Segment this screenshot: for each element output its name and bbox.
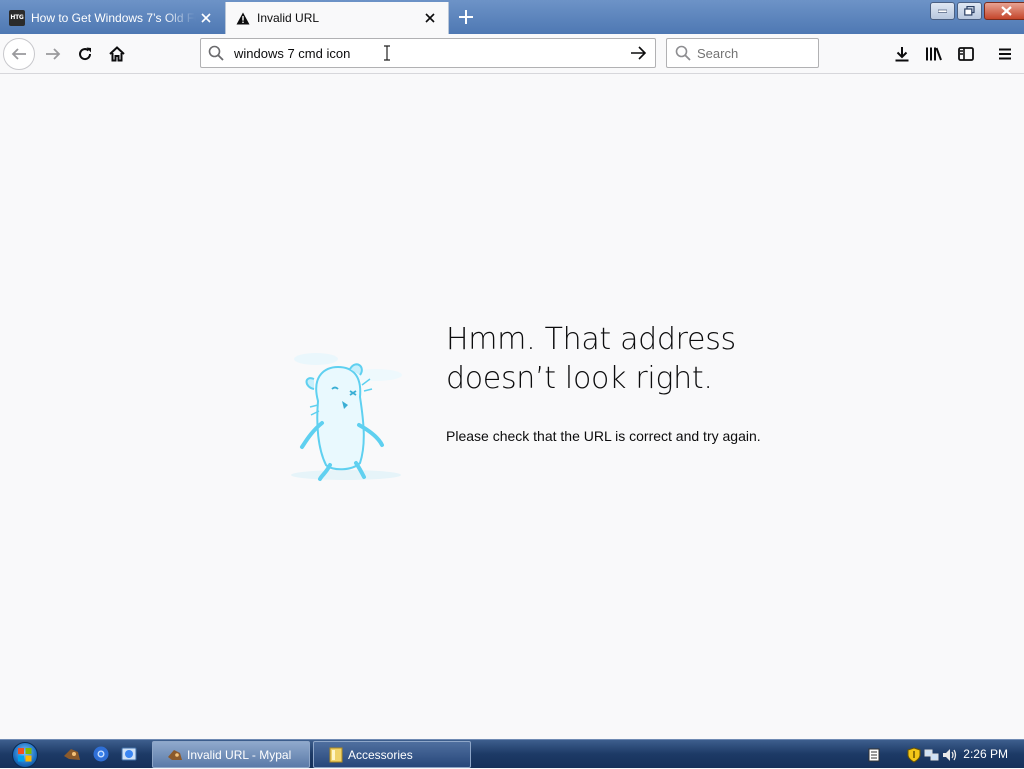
confused-mascot-illustration xyxy=(266,345,411,485)
url-input[interactable] xyxy=(234,45,625,61)
folder-icon xyxy=(328,747,344,763)
window-close-button[interactable] xyxy=(984,2,1024,20)
chrome-launcher-icon[interactable] xyxy=(91,744,111,764)
url-bar[interactable] xyxy=(200,38,656,68)
keyboard-icon[interactable] xyxy=(866,747,882,763)
search-input[interactable] xyxy=(697,45,873,61)
tab-invalid-url[interactable]: Invalid URL xyxy=(225,2,449,34)
mypal-launcher-icon[interactable] xyxy=(62,744,82,764)
security-shield-icon[interactable] xyxy=(906,746,922,763)
menu-button[interactable] xyxy=(989,38,1021,70)
minimize-icon xyxy=(938,9,947,13)
mypal-icon xyxy=(167,747,183,763)
arrow-left-icon xyxy=(11,48,26,60)
home-icon xyxy=(109,46,125,62)
tab-title: Invalid URL xyxy=(257,11,320,25)
sidebar-icon xyxy=(958,47,974,61)
restore-button[interactable] xyxy=(957,2,982,20)
warning-icon xyxy=(235,10,251,26)
close-icon xyxy=(1000,6,1012,16)
arrow-right-icon xyxy=(46,48,61,60)
taskbar-item-label: Accessories xyxy=(348,747,413,762)
error-title: Hmm. That address doesn’t look right. xyxy=(446,322,736,396)
volume-icon[interactable] xyxy=(942,747,958,763)
htg-favicon: HTG xyxy=(9,10,25,26)
navigation-toolbar xyxy=(0,34,1024,74)
minimize-button[interactable] xyxy=(930,2,955,20)
windows-taskbar: Invalid URL - Mypal Accessories 2:26 PM xyxy=(0,739,1024,768)
hamburger-menu-icon xyxy=(999,48,1011,60)
clock[interactable]: 2:26 PM xyxy=(963,747,1008,761)
forward-button[interactable] xyxy=(37,38,69,70)
taskbar-item-mypal[interactable]: Invalid URL - Mypal xyxy=(152,741,310,768)
search-bar[interactable] xyxy=(666,38,873,68)
search-icon xyxy=(675,45,691,61)
home-button[interactable] xyxy=(101,38,133,70)
reload-icon xyxy=(79,47,92,61)
taskbar-item-label: Invalid URL - Mypal xyxy=(187,747,292,762)
download-icon xyxy=(895,47,909,62)
sidebar-button[interactable] xyxy=(950,38,982,70)
close-tab-icon[interactable] xyxy=(196,8,216,28)
system-tray: 2:26 PM xyxy=(866,740,1024,769)
tab-title: How to Get Windows 7’s Old Fo xyxy=(31,11,196,25)
close-tab-icon[interactable] xyxy=(420,8,440,28)
start-button[interactable] xyxy=(6,741,44,768)
error-page: Hmm. That address doesn’t look right. Pl… xyxy=(0,75,1024,739)
taskbar-item-accessories[interactable]: Accessories xyxy=(313,741,471,768)
reload-button[interactable] xyxy=(69,38,101,70)
search-icon xyxy=(208,45,228,61)
go-button[interactable] xyxy=(625,46,653,60)
network-icon[interactable] xyxy=(924,747,940,763)
restore-icon xyxy=(964,6,975,16)
window-controls xyxy=(928,2,1024,22)
new-tab-button[interactable] xyxy=(454,6,478,28)
tab-strip: HTG How to Get Windows 7’s Old Fo Invali… xyxy=(0,0,1024,34)
windows-logo-icon xyxy=(12,741,38,768)
library-button[interactable] xyxy=(918,38,950,70)
error-description: Please check that the URL is correct and… xyxy=(446,428,761,444)
arrow-right-icon xyxy=(631,46,647,60)
downloads-button[interactable] xyxy=(886,38,918,70)
tab-htg-article[interactable]: HTG How to Get Windows 7’s Old Fo xyxy=(0,2,224,34)
text-cursor-icon xyxy=(383,45,391,64)
plus-icon xyxy=(459,10,473,24)
browser-launcher-icon[interactable] xyxy=(119,744,139,764)
back-button[interactable] xyxy=(3,38,35,70)
library-icon xyxy=(926,47,942,61)
